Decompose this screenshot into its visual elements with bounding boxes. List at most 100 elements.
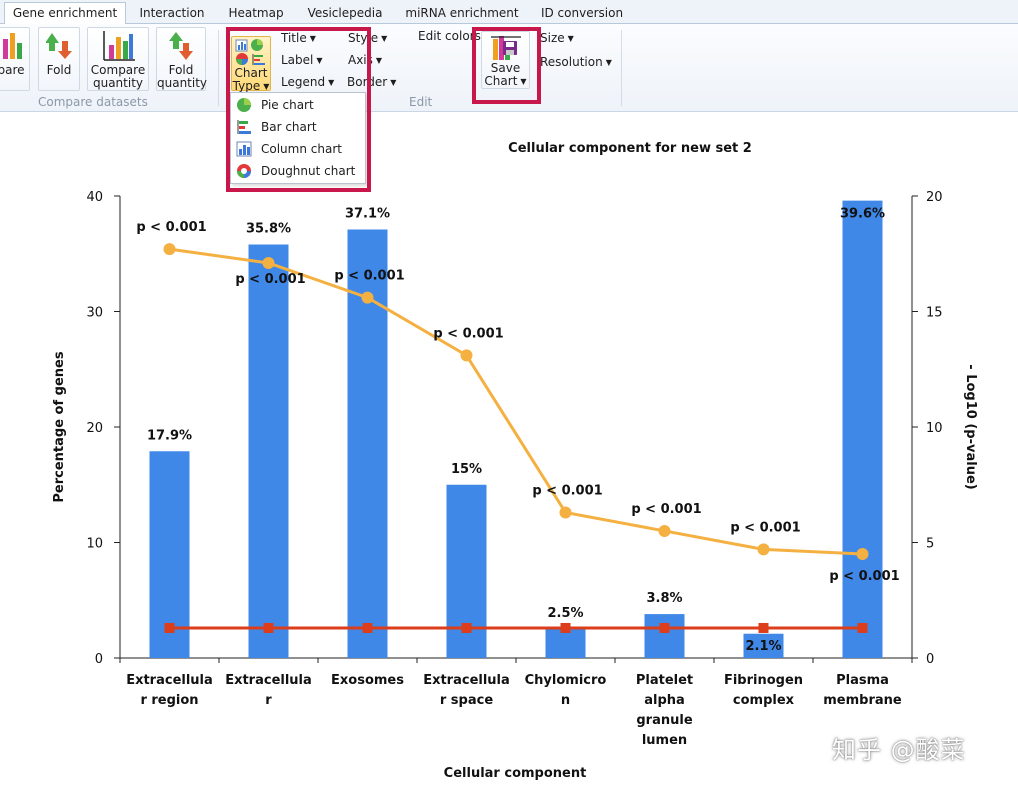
pvalue-data-label: p < 0.001 (433, 326, 503, 341)
compare-quantity-icon (103, 31, 135, 61)
bar-data-label: 39.6% (840, 207, 885, 222)
menu-item-column-chart[interactable]: Column chart (231, 138, 365, 160)
save-chart-button[interactable]: Save Chart ▼ (481, 31, 530, 89)
threshold-point (164, 622, 175, 633)
label-menu-label: Label (281, 53, 314, 67)
y-axis-title: Percentage of genes (52, 351, 67, 502)
pvalue-point (361, 291, 374, 304)
chevron-down-icon: ▼ (328, 78, 335, 87)
style-menu-label: Style (348, 31, 379, 45)
y2-axis-tick-label: 5 (926, 537, 934, 552)
title-menu-button[interactable]: Title ▼ (281, 29, 316, 47)
legend-menu-button[interactable]: Legend ▼ (281, 73, 334, 91)
chart-type-icon (235, 39, 265, 65)
menu-item-pie-chart[interactable]: Pie chart (231, 94, 365, 116)
chart-title: Cellular component for new set 2 (508, 141, 752, 156)
chevron-down-icon: ▼ (605, 58, 612, 67)
y2-axis-tick-label: 0 (926, 652, 934, 667)
bar-data-label: 2.5% (547, 606, 583, 621)
threshold-point (560, 622, 571, 633)
edit-colors-button[interactable]: Edit colors (418, 27, 481, 45)
chart-marks: 0 10 20 30 40 0 5 10 15 20 Extracellula r region Ext… (86, 190, 942, 748)
pvalue-point (757, 543, 770, 556)
pvalue-data-label: p < 0.001 (136, 220, 206, 235)
chevron-down-icon: ▼ (520, 77, 527, 86)
column-chart-icon (236, 141, 252, 157)
fold-arrows-icon (46, 33, 72, 59)
doughnut-chart-icon (237, 164, 251, 178)
menu-item-label: Pie chart (261, 98, 314, 112)
edit-group-label: Edit (409, 95, 433, 109)
threshold-point (758, 622, 769, 633)
x-axis-tick-label: r (265, 693, 272, 708)
axis-menu-button[interactable]: Axis ▼ (348, 51, 382, 69)
label-menu-button[interactable]: Label ▼ (281, 51, 323, 69)
threshold-point (263, 622, 274, 633)
chevron-down-icon: ▼ (316, 56, 323, 65)
fold-quantity-arrows-icon (169, 32, 193, 60)
bar-data-label: 37.1% (345, 206, 390, 221)
tab-gene-enrichment[interactable]: Gene enrichment (4, 2, 126, 25)
menu-item-doughnut-chart[interactable]: Doughnut chart (231, 160, 365, 182)
pvalue-data-label: p < 0.001 (730, 520, 800, 535)
size-menu-label: Size (540, 31, 565, 45)
pvalue-point (163, 243, 176, 256)
pvalue-point (262, 256, 275, 269)
compare-button-label: pare (0, 63, 25, 77)
x-axis-tick-label: Platelet (636, 673, 693, 688)
x-axis-tick-label: alpha (644, 693, 685, 708)
legend-menu-label: Legend (281, 75, 326, 89)
save-chart-label-2: Chart (484, 74, 518, 88)
pie-chart-icon (237, 98, 251, 112)
threshold-point (659, 622, 670, 633)
x-axis-tick-label: granule (636, 713, 692, 728)
pvalue-data-label: p < 0.001 (235, 272, 305, 287)
tab-heatmap[interactable]: Heatmap (222, 3, 290, 24)
x-axis-tick-label: Exosomes (331, 673, 404, 688)
x-axis-tick-label: membrane (823, 693, 902, 708)
bar-data-label: 35.8% (246, 222, 291, 237)
ribbon-separator (218, 30, 219, 106)
chart-type-button[interactable]: Chart Type ▼ (231, 36, 271, 93)
fold-quantity-button[interactable]: Fold quantity (156, 27, 207, 91)
y2-axis-tick-label: 20 (926, 190, 943, 205)
style-menu-button[interactable]: Style ▼ (348, 29, 387, 47)
chart-type-menu: Pie chart Bar chart Column chart Doughnu… (230, 92, 366, 184)
x-axis-tick-label: Chylomicro (525, 673, 607, 688)
x-axis-tick-label: Plasma (836, 673, 889, 688)
bar-data-label: 2.1% (745, 639, 781, 654)
pvalue-data-label: p < 0.001 (631, 502, 701, 517)
x-axis-tick-label: complex (733, 693, 795, 708)
y-axis-tick-label: 0 (95, 652, 103, 667)
menu-item-label: Doughnut chart (261, 164, 356, 178)
chevron-down-icon: ▼ (567, 34, 574, 43)
resolution-menu-button[interactable]: Resolution ▼ (540, 53, 612, 71)
tab-id-conversion[interactable]: ID conversion (534, 3, 630, 24)
bar-chart-icon (237, 120, 251, 134)
x-axis-tick-label: r region (140, 693, 198, 708)
menu-item-label: Column chart (261, 142, 342, 156)
chevron-down-icon: ▼ (309, 34, 316, 43)
x-axis-tick-label: lumen (642, 733, 687, 748)
size-menu-button[interactable]: Size ▼ (540, 29, 574, 47)
compare-datasets-group-label: Compare datasets (38, 95, 148, 109)
ribbon-panel: pare Fold Compare quantity Fold quantity… (0, 24, 1018, 112)
compare-button[interactable]: pare (0, 27, 30, 91)
pvalue-point (460, 349, 473, 362)
tab-mirna-enrichment[interactable]: miRNA enrichment (398, 3, 526, 24)
compare-quantity-label-2: quantity (92, 76, 144, 90)
x-axis-tick-label: Fibrinogen (724, 673, 803, 688)
tab-interaction[interactable]: Interaction (130, 3, 214, 24)
compare-quantity-button[interactable]: Compare quantity (87, 27, 149, 91)
fold-button[interactable]: Fold (38, 27, 80, 91)
x-axis-tick-label: Extracellula (225, 673, 312, 688)
chevron-down-icon: ▼ (375, 56, 383, 65)
tab-vesiclepedia[interactable]: Vesiclepedia (300, 3, 390, 24)
menu-item-bar-chart[interactable]: Bar chart (231, 116, 365, 138)
bar (545, 629, 586, 658)
border-menu-button[interactable]: Border ▼ (347, 73, 396, 91)
y-axis-tick-label: 10 (86, 537, 103, 552)
y-axis-tick-label: 40 (86, 190, 103, 205)
watermark-text: 知乎 @酸菜 (832, 736, 966, 764)
threshold-point (461, 622, 472, 633)
